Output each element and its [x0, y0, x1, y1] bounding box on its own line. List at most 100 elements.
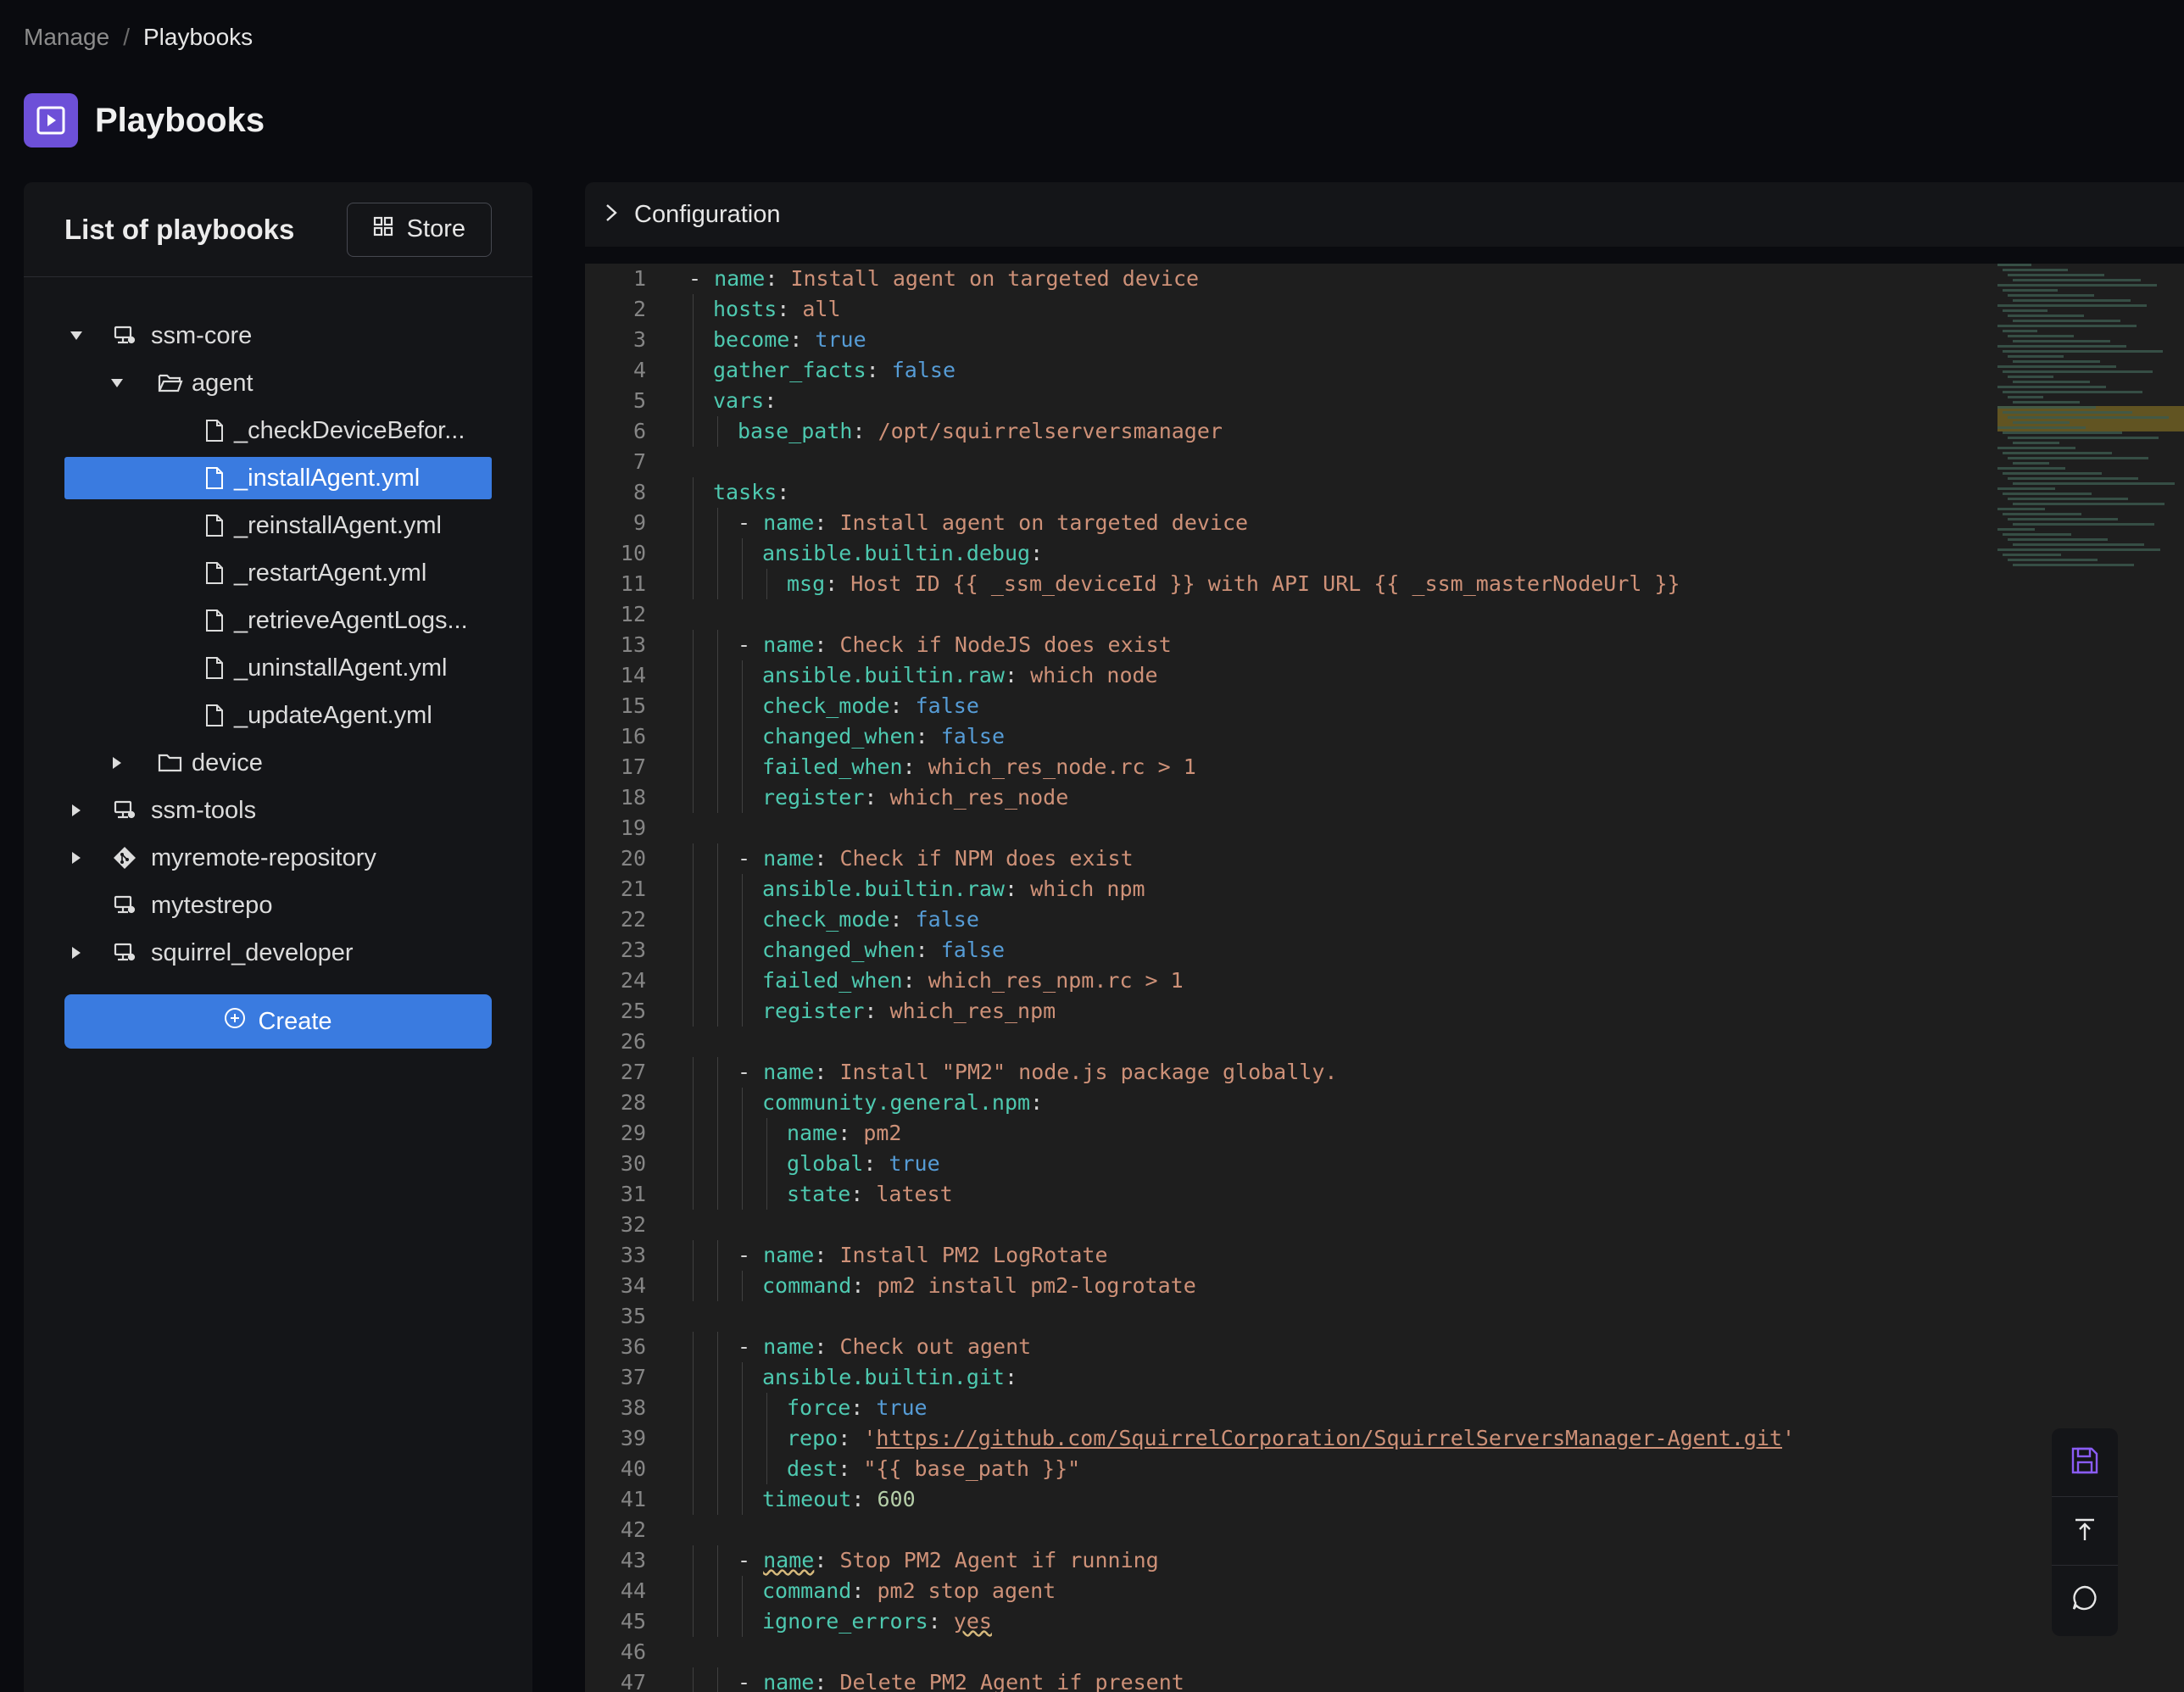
code-line[interactable]: 24 failed_when: which_res_npm.rc > 1 [585, 966, 1984, 996]
tree-node-agent[interactable]: agent [64, 362, 492, 404]
code-line[interactable]: 15 check_mode: false [585, 691, 1984, 721]
code-line[interactable]: 26 [585, 1027, 1984, 1057]
store-button[interactable]: Store [346, 202, 492, 257]
indent-guide [693, 1149, 694, 1179]
create-button[interactable]: Create [64, 994, 492, 1049]
code-line[interactable]: 28 community.general.npm: [585, 1088, 1984, 1118]
code-line[interactable]: 47 - name: Delete PM2 Agent if present [585, 1667, 1984, 1692]
indent-guide [693, 843, 694, 874]
chevron-right-icon[interactable] [605, 201, 617, 229]
chat-button[interactable] [2052, 1566, 2118, 1634]
plus-circle-icon [224, 1007, 246, 1036]
indent-guide [717, 1393, 718, 1423]
code-line[interactable]: 25 register: which_res_npm [585, 996, 1984, 1027]
code-line[interactable]: 40 dest: "{{ base_path }}" [585, 1454, 1984, 1484]
tree-node-file[interactable]: _updateAgent.yml [64, 694, 492, 737]
code-editor[interactable]: 1 - name: Install agent on targeted devic… [585, 264, 2184, 1692]
code-line[interactable]: 32 [585, 1210, 1984, 1240]
git-icon [112, 845, 137, 871]
code-line[interactable]: 3 become: true [585, 325, 1984, 355]
indent-guide [717, 1484, 718, 1515]
code-line[interactable]: 31 state: latest [585, 1179, 1984, 1210]
caret-right-icon[interactable] [64, 941, 88, 965]
minimap-line [2013, 442, 2059, 444]
caret-right-icon[interactable] [105, 751, 129, 775]
scroll-to-top-button[interactable] [2052, 1497, 2118, 1566]
code-line[interactable]: 7 [585, 447, 1984, 477]
code-line[interactable]: 30 global: true [585, 1149, 1984, 1179]
code-line[interactable]: 43 - name: Stop PM2 Agent if running [585, 1545, 1984, 1576]
tree-node-file[interactable]: _restartAgent.yml [64, 552, 492, 594]
code-line[interactable]: 9 - name: Install agent on targeted devic… [585, 508, 1984, 538]
breadcrumb-manage-link[interactable]: Manage [24, 24, 109, 51]
code-line[interactable]: 18 register: which_res_node [585, 782, 1984, 813]
minimap-line [2013, 381, 2090, 383]
code-line[interactable]: 20 - name: Check if NPM does exist [585, 843, 1984, 874]
comment-icon [2071, 1584, 2098, 1616]
code-text: - name: Check out agent [738, 1334, 1032, 1359]
code-line[interactable]: 10 ansible.builtin.debug: [585, 538, 1984, 569]
code-line[interactable]: 13 - name: Check if NodeJS does exist [585, 630, 1984, 660]
code-line[interactable]: 37 ansible.builtin.git: [585, 1362, 1984, 1393]
caret-down-icon[interactable] [64, 324, 88, 348]
code-line[interactable]: 36 - name: Check out agent [585, 1332, 1984, 1362]
code-line[interactable]: 27 - name: Install "PM2" node.js package … [585, 1057, 1984, 1088]
code-line[interactable]: 1 - name: Install agent on targeted devic… [585, 264, 1984, 294]
code-line[interactable]: 6 base_path: /opt/squirrelserversmanager [585, 416, 1984, 447]
tree-node-device[interactable]: device [64, 742, 492, 784]
code-line[interactable]: 22 check_mode: false [585, 904, 1984, 935]
minimap-line [2008, 518, 2118, 520]
code-text: check_mode: false [762, 693, 979, 718]
breadcrumb: Manage / Playbooks [24, 24, 253, 51]
tree-node-myremote-repository[interactable]: myremote-repository [64, 837, 492, 879]
caret-down-icon[interactable] [105, 371, 129, 395]
configuration-collapse[interactable]: Configuration [585, 182, 2184, 247]
indent-guide [693, 691, 694, 721]
code-line[interactable]: 19 [585, 813, 1984, 843]
code-line[interactable]: 4 gather_facts: false [585, 355, 1984, 386]
file-icon [202, 560, 227, 586]
tree-node-squirrel-developer[interactable]: squirrel_developer [64, 932, 492, 974]
code-line[interactable]: 14 ansible.builtin.raw: which node [585, 660, 1984, 691]
code-line[interactable]: 8 tasks: [585, 477, 1984, 508]
code-line[interactable]: 42 [585, 1515, 1984, 1545]
tree-node-mytestrepo[interactable]: mytestrepo [64, 884, 492, 927]
code-text: ansible.builtin.raw: which node [762, 663, 1158, 687]
code-line[interactable]: 12 [585, 599, 1984, 630]
tree-node-file[interactable]: _checkDeviceBefor... [64, 409, 492, 452]
code-lines[interactable]: 1 - name: Install agent on targeted devic… [585, 264, 1984, 1692]
code-line[interactable]: 41 timeout: 600 [585, 1484, 1984, 1515]
caret-right-icon[interactable] [64, 846, 88, 870]
code-line[interactable]: 23 changed_when: false [585, 935, 1984, 966]
code-line[interactable]: 17 failed_when: which_res_node.rc > 1 [585, 752, 1984, 782]
code-line[interactable]: 46 [585, 1637, 1984, 1667]
tree-node-file-selected[interactable]: _installAgent.yml [64, 457, 492, 499]
code-line[interactable]: 38 force: true [585, 1393, 1984, 1423]
editor-minimap[interactable] [1997, 264, 2184, 586]
tree-node-label: _updateAgent.yml [234, 701, 432, 729]
code-line[interactable]: 16 changed_when: false [585, 721, 1984, 752]
code-line[interactable]: 2 hosts: all [585, 294, 1984, 325]
tree-node-file[interactable]: _uninstallAgent.yml [64, 647, 492, 689]
tree-node-file[interactable]: _reinstallAgent.yml [64, 504, 492, 547]
save-button[interactable] [2052, 1428, 2118, 1497]
minimap-line [2008, 416, 2169, 419]
minimap-line [2003, 350, 2163, 353]
code-line[interactable]: 5 vars: [585, 386, 1984, 416]
code-line[interactable]: 39 repo: 'https://github.com/SquirrelCorp… [585, 1423, 1984, 1454]
code-line[interactable]: 45 ignore_errors: yes [585, 1606, 1984, 1637]
code-line[interactable]: 44 command: pm2 stop agent [585, 1576, 1984, 1606]
code-line[interactable]: 34 command: pm2 install pm2-logrotate [585, 1271, 1984, 1301]
code-line[interactable]: 21 ansible.builtin.raw: which npm [585, 874, 1984, 904]
minimap-line [1997, 365, 2116, 368]
code-line[interactable]: 29 name: pm2 [585, 1118, 1984, 1149]
code-line[interactable]: 33 - name: Install PM2 LogRotate [585, 1240, 1984, 1271]
tree-node-ssm-core[interactable]: ssm-core [64, 314, 492, 357]
tree-node-file[interactable]: _retrieveAgentLogs... [64, 599, 492, 642]
code-line[interactable]: 11 msg: Host ID {{ _ssm_deviceId }} with … [585, 569, 1984, 599]
code-text: ansible.builtin.git: [762, 1365, 1018, 1389]
caret-right-icon[interactable] [64, 799, 88, 822]
code-line[interactable]: 35 [585, 1301, 1984, 1332]
code-text: changed_when: false [762, 938, 1005, 962]
tree-node-ssm-tools[interactable]: ssm-tools [64, 789, 492, 832]
